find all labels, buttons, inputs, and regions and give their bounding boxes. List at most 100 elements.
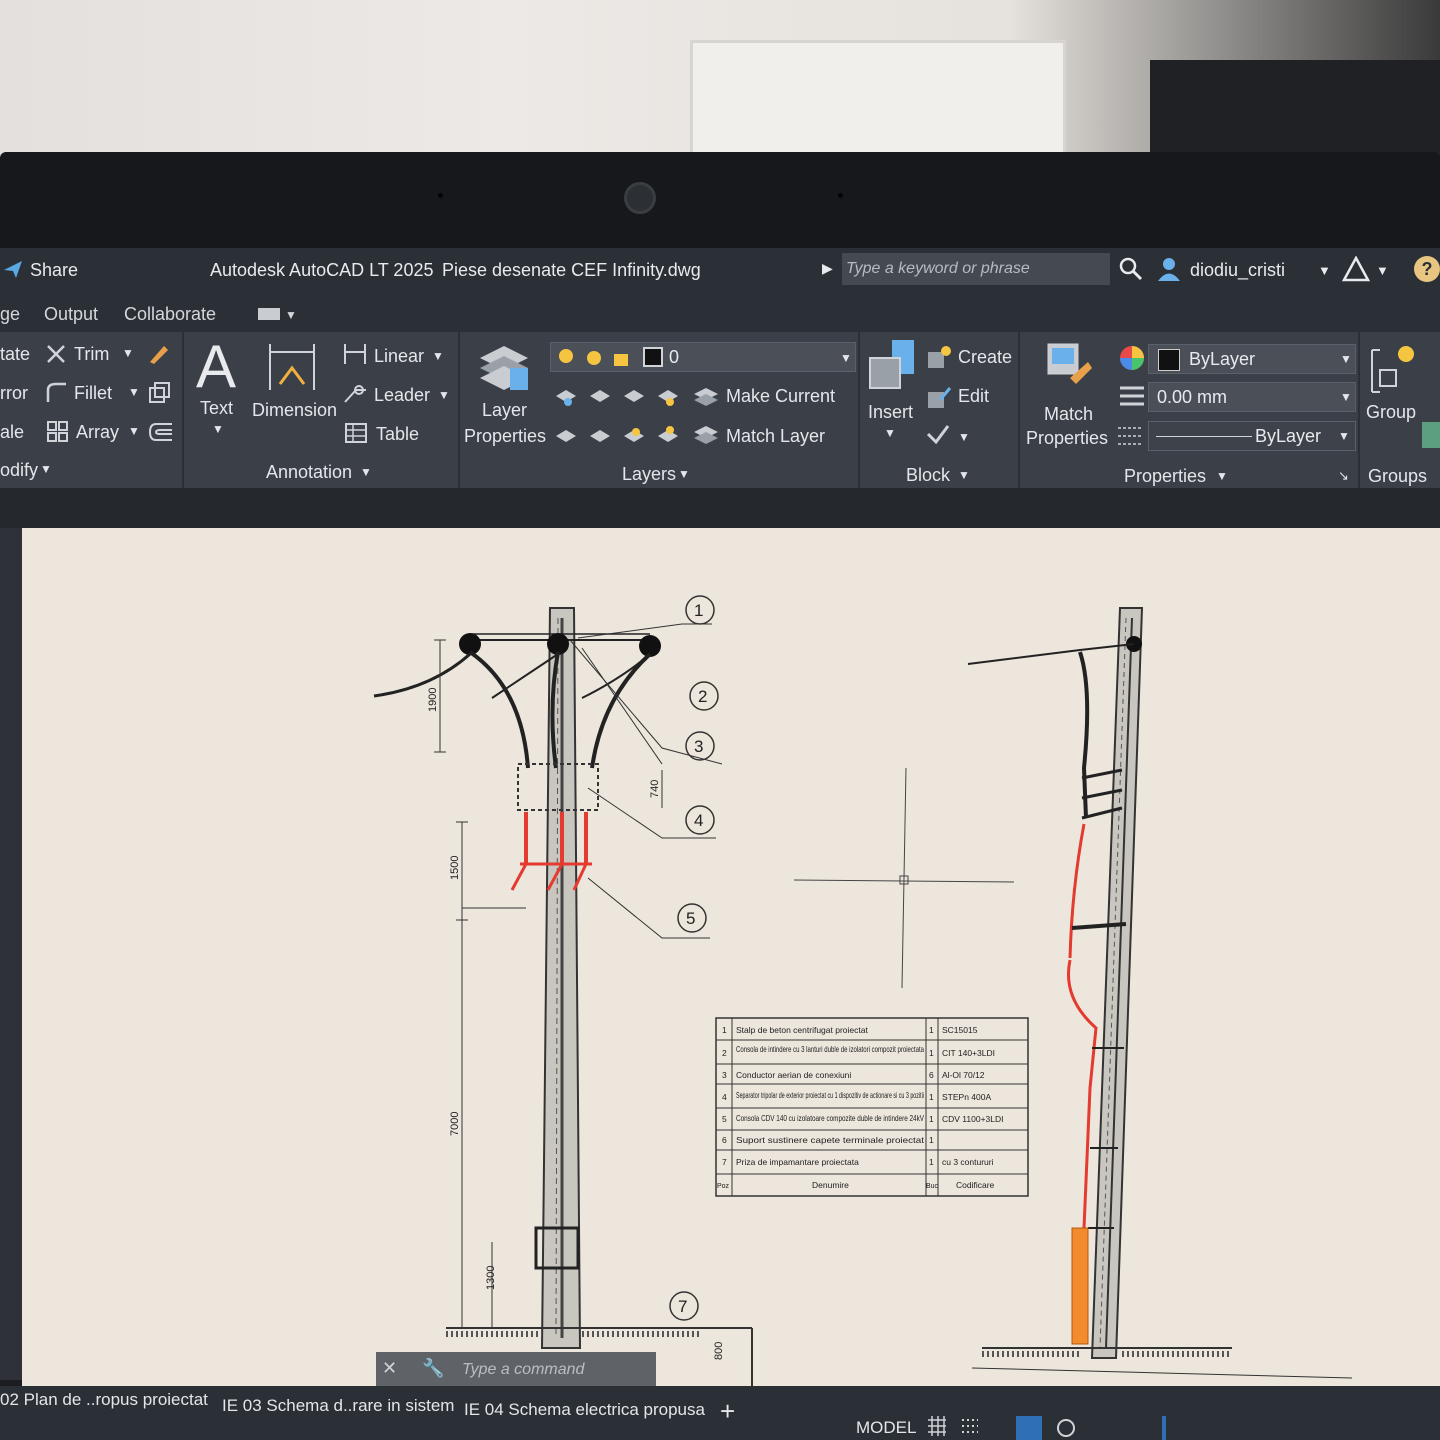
- chevron-down-icon[interactable]: ▼: [678, 467, 690, 481]
- help-icon[interactable]: ?: [1414, 256, 1440, 282]
- linear-button[interactable]: Linear: [374, 346, 424, 367]
- chevron-down-icon[interactable]: ▼: [1216, 469, 1228, 483]
- user-icon[interactable]: [1156, 256, 1182, 282]
- mirror-button[interactable]: rror: [0, 383, 28, 404]
- insert-icon[interactable]: [866, 338, 918, 394]
- copy-icon[interactable]: [146, 380, 172, 406]
- linetype-icon: [1118, 427, 1142, 445]
- layer-tool-icons-row2[interactable]: [552, 420, 688, 448]
- text-button[interactable]: Text: [200, 398, 233, 419]
- layer-properties-icon[interactable]: [476, 338, 532, 394]
- trim-button[interactable]: Trim: [74, 344, 109, 365]
- dimension-label: 7000: [449, 1112, 461, 1136]
- layer-tool-icons[interactable]: [552, 382, 688, 408]
- door-background: [690, 40, 1066, 163]
- dimension-button[interactable]: Dimension: [252, 400, 337, 421]
- layers-panel-title[interactable]: Layers: [622, 464, 676, 485]
- chevron-down-icon[interactable]: ▼: [128, 385, 140, 399]
- command-input[interactable]: Type a command: [462, 1361, 584, 1379]
- tab-partial[interactable]: ge: [0, 304, 20, 325]
- chevron-down-icon[interactable]: ▼: [1338, 429, 1350, 443]
- chevron-down-icon[interactable]: ▼: [1376, 263, 1389, 278]
- array-icon: [47, 421, 68, 442]
- make-current-icon: [694, 388, 718, 406]
- annotation-panel-title[interactable]: Annotation: [266, 462, 352, 483]
- chevron-down-icon[interactable]: ▼: [285, 308, 297, 322]
- layout-tab[interactable]: IE 03 Schema d..rare in sistem: [222, 1396, 454, 1416]
- make-current-button[interactable]: Make Current: [726, 386, 835, 407]
- modify-panel-title[interactable]: odify: [0, 460, 38, 481]
- color-wheel-icon[interactable]: [1118, 344, 1146, 372]
- chevron-down-icon[interactable]: ▼: [1318, 263, 1331, 278]
- bom-codificare: STEPn 400A: [942, 1092, 991, 1102]
- add-layout-icon[interactable]: +: [720, 1396, 735, 1427]
- match-properties-icon[interactable]: [1044, 340, 1096, 396]
- drawing-canvas[interactable]: 1 2 3 4 5 7 1900 740 1500 7000 1300 800: [22, 528, 1440, 1390]
- search-input[interactable]: Type a keyword or phrase: [842, 253, 1110, 285]
- close-icon[interactable]: ✕: [382, 1358, 397, 1379]
- status-bar-icons[interactable]: [926, 1416, 1166, 1440]
- match-layer-button[interactable]: Match Layer: [726, 426, 825, 447]
- chevron-down-icon[interactable]: ▼: [884, 426, 896, 440]
- share-button[interactable]: Share: [30, 260, 78, 281]
- share-icon[interactable]: [2, 258, 24, 280]
- panel-launcher-icon[interactable]: ↘: [1338, 468, 1349, 484]
- tab-collaborate[interactable]: Collaborate: [124, 304, 216, 325]
- search-icon[interactable]: [1118, 256, 1144, 282]
- lineweight-dropdown[interactable]: 0.00 mm: [1148, 382, 1356, 412]
- lineweight-icon: [1120, 386, 1144, 406]
- chevron-down-icon[interactable]: ▼: [438, 388, 450, 402]
- chevron-down-icon[interactable]: ▼: [958, 468, 970, 482]
- insert-button[interactable]: Insert: [868, 402, 913, 423]
- workspace-icon[interactable]: [258, 308, 280, 320]
- match-properties-label[interactable]: Properties: [1026, 428, 1108, 449]
- layer-state-icons[interactable]: [556, 346, 666, 370]
- leader-button[interactable]: Leader: [374, 385, 430, 406]
- table-button[interactable]: Table: [376, 424, 419, 445]
- chevron-right-icon[interactable]: ▶: [822, 260, 833, 277]
- properties-panel-title[interactable]: Properties: [1124, 466, 1206, 487]
- bom-denumire: Conductor aerian de conexiuni: [736, 1070, 851, 1080]
- fillet-button[interactable]: Fillet: [74, 383, 112, 404]
- layer-properties-label[interactable]: Layer: [482, 400, 527, 421]
- wrench-icon[interactable]: 🔧: [422, 1358, 444, 1379]
- create-block-button[interactable]: Create: [958, 347, 1012, 368]
- layout-tab[interactable]: 02 Plan de ..ropus proiectat: [0, 1390, 208, 1410]
- user-name[interactable]: diodiu_cristi: [1190, 260, 1285, 281]
- match-layer-icon: [694, 426, 718, 444]
- edit-block-button[interactable]: Edit: [958, 386, 989, 407]
- tab-output[interactable]: Output: [44, 304, 98, 325]
- group-tool-icon[interactable]: [1422, 422, 1440, 448]
- group-button[interactable]: Group: [1366, 402, 1416, 423]
- chevron-down-icon[interactable]: ▼: [212, 422, 224, 436]
- chevron-down-icon[interactable]: ▼: [1340, 390, 1352, 404]
- chevron-down-icon[interactable]: ▼: [122, 346, 134, 360]
- rotate-button[interactable]: tate: [0, 344, 30, 365]
- chevron-down-icon[interactable]: ▼: [128, 424, 140, 438]
- bom-poz: 4: [722, 1092, 727, 1102]
- group-icon[interactable]: [1366, 340, 1422, 398]
- layout-tab[interactable]: IE 04 Schema electrica propusa: [464, 1400, 705, 1420]
- model-space-button[interactable]: MODEL: [856, 1418, 916, 1438]
- array-button[interactable]: Array: [76, 422, 119, 443]
- block-attribute-icon[interactable]: [924, 422, 952, 448]
- chevron-down-icon[interactable]: ▼: [40, 462, 52, 476]
- text-icon[interactable]: A: [196, 332, 236, 401]
- layer-properties-label[interactable]: Properties: [464, 426, 546, 447]
- erase-icon[interactable]: [146, 340, 172, 366]
- chevron-down-icon[interactable]: ▼: [360, 465, 372, 479]
- groups-panel-title[interactable]: Groups: [1368, 466, 1427, 487]
- block-panel-title[interactable]: Block: [906, 465, 950, 486]
- panel-separator: [182, 332, 184, 488]
- autodesk-icon[interactable]: [1342, 256, 1370, 282]
- chevron-down-icon[interactable]: ▼: [1340, 352, 1352, 366]
- chevron-down-icon[interactable]: ▼: [840, 351, 852, 365]
- offset-icon[interactable]: [148, 420, 174, 444]
- bezel-dot: [438, 193, 443, 198]
- match-properties-label[interactable]: Match: [1044, 404, 1093, 425]
- chevron-down-icon[interactable]: ▼: [958, 430, 970, 444]
- create-block-icon: [928, 346, 951, 368]
- dimension-icon[interactable]: [264, 340, 320, 392]
- scale-button[interactable]: ale: [0, 422, 24, 443]
- chevron-down-icon[interactable]: ▼: [432, 349, 444, 363]
